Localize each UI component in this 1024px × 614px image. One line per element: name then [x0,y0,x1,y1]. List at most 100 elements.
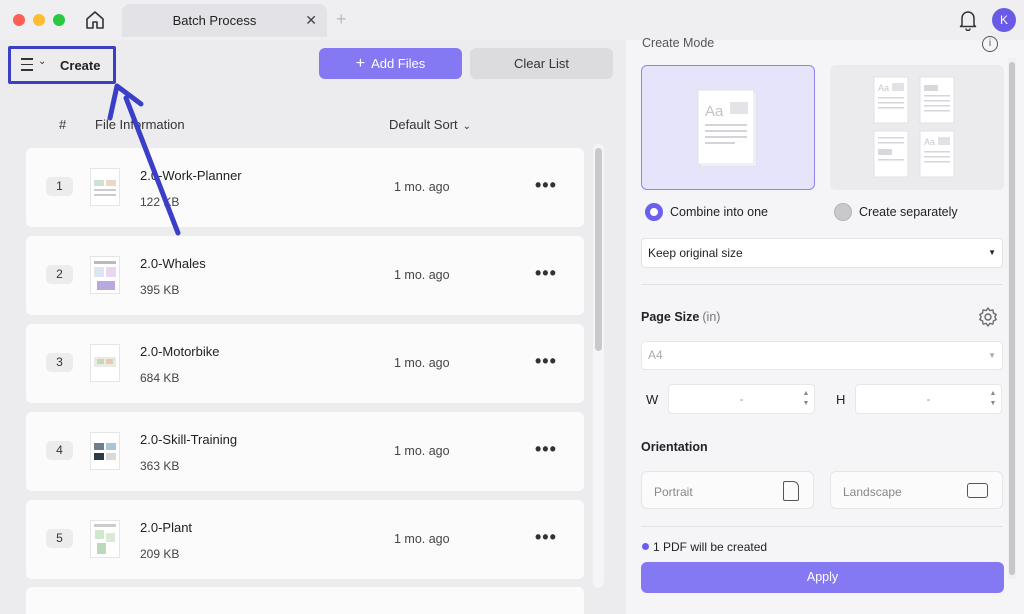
row-number: 5 [46,529,73,548]
more-options-icon[interactable]: ••• [535,263,557,284]
width-value: - [739,392,744,406]
more-options-icon[interactable]: ••• [535,527,557,548]
file-thumbnail [90,256,120,294]
landscape-option[interactable]: Landscape [830,471,1003,509]
file-list-scrollbar[interactable] [593,144,604,588]
portrait-page-icon [783,481,799,501]
create-mode-title: Create Mode [642,36,715,50]
sort-dropdown[interactable]: Default Sort ⌄ [389,117,471,132]
separate-radio[interactable] [834,203,852,221]
column-header-file-information: File Information [95,117,185,132]
portrait-label: Portrait [654,485,693,499]
page-size-label: Page Size [641,310,700,324]
height-stepper[interactable]: ▲ ▼ [989,389,997,409]
settings-panel: Create Mode i Aa Aa Aa Combine into one … [626,36,1024,614]
chevron-down-icon[interactable]: ▼ [803,400,810,407]
page-size-title: Page Size (in) [641,310,720,324]
dropdown-caret-icon: ▼ [988,248,996,257]
combine-label: Combine into one [670,205,768,219]
more-options-icon[interactable]: ••• [535,439,557,460]
file-row-partial[interactable] [26,587,584,614]
file-thumbnail [90,344,120,382]
add-files-button[interactable]: + Add Files [319,48,462,79]
chevron-down-icon: ⌄ [38,56,47,67]
file-size: 363 KB [140,459,180,473]
chevron-up-icon[interactable]: ▲ [803,390,810,397]
clear-list-button[interactable]: Clear List [470,48,613,79]
close-window-button[interactable] [13,14,25,26]
width-input[interactable]: - ▲ ▼ [668,384,815,414]
file-row[interactable]: 5 2.0-Plant 209 KB 1 mo. ago ••• [26,500,584,579]
file-size: 684 KB [140,371,180,385]
divider [641,526,1003,527]
info-icon[interactable]: i [982,36,998,52]
home-icon[interactable] [84,9,106,31]
landscape-page-icon [967,483,988,498]
page-size-select[interactable]: A4 ▼ [641,341,1003,370]
width-stepper[interactable]: ▲ ▼ [802,389,810,409]
portrait-option[interactable]: Portrait [641,471,814,509]
file-modified: 1 mo. ago [394,444,450,458]
gear-icon[interactable] [977,306,999,328]
file-name: 2.0-Plant [140,520,193,535]
apply-button[interactable]: Apply [641,562,1004,593]
separate-mode-card[interactable]: Aa Aa [830,65,1004,190]
svg-text:Aa: Aa [878,83,889,93]
file-size: 122 KB [140,195,180,209]
tab-batch-process[interactable]: Batch Process ✕ [122,4,327,37]
dropdown-caret-icon: ▼ [988,351,996,360]
file-name: 2.0-Work-Planner [140,168,242,183]
avatar[interactable]: K [992,8,1016,32]
close-tab-icon[interactable]: ✕ [305,12,317,29]
multiple-documents-icon: Aa Aa [873,76,955,178]
file-row[interactable]: 1 2.0-Work-Planner 122 KB 1 mo. ago ••• [26,148,584,227]
minimize-window-button[interactable] [33,14,45,26]
orientation-title: Orientation [641,440,708,454]
tab-title: Batch Process [172,13,257,28]
title-bar: Batch Process ✕ + K [0,0,1024,40]
settings-scrollbar[interactable] [1008,58,1016,579]
file-row[interactable]: 4 2.0-Skill-Training 363 KB 1 mo. ago ••… [26,412,584,491]
create-menu-button[interactable]: ⌄ Create [8,46,116,84]
menu-icon [21,58,33,72]
page-size-value: A4 [648,348,663,362]
size-option-select[interactable]: Keep original size ▼ [641,238,1003,268]
page-size-unit: (in) [702,310,721,324]
file-name: 2.0-Whales [140,256,206,271]
file-row[interactable]: 3 2.0-Motorbike 684 KB 1 mo. ago ••• [26,324,584,403]
height-value: - [926,392,931,406]
bell-icon[interactable] [958,9,978,31]
row-number: 1 [46,177,73,196]
combine-radio[interactable] [645,203,663,221]
add-files-label: Add Files [371,56,426,71]
file-modified: 1 mo. ago [394,180,450,194]
file-name: 2.0-Skill-Training [140,432,238,447]
file-row[interactable]: 2 2.0-Whales 395 KB 1 mo. ago ••• [26,236,584,315]
chevron-down-icon: ⌄ [462,121,472,132]
single-document-icon: Aa [697,89,757,167]
chevron-up-icon[interactable]: ▲ [990,390,997,397]
column-header-number: # [59,117,67,132]
height-label: H [836,392,846,407]
more-options-icon[interactable]: ••• [535,175,557,196]
new-tab-icon[interactable]: + [336,10,347,28]
height-input[interactable]: - ▲ ▼ [855,384,1002,414]
combine-mode-card[interactable]: Aa [641,65,815,190]
width-label: W [646,392,659,407]
more-options-icon[interactable]: ••• [535,351,557,372]
landscape-label: Landscape [843,485,902,499]
file-size: 395 KB [140,283,180,297]
size-option-value: Keep original size [648,246,743,260]
separate-label: Create separately [859,205,958,219]
scrollbar-thumb[interactable] [595,148,602,351]
file-modified: 1 mo. ago [394,268,450,282]
row-number: 4 [46,441,73,460]
status-text: 1 PDF will be created [653,540,768,554]
file-thumbnail [90,432,120,470]
scrollbar-thumb[interactable] [1009,62,1015,575]
zoom-window-button[interactable] [53,14,65,26]
chevron-down-icon[interactable]: ▼ [990,400,997,407]
plus-icon: + [355,55,366,72]
file-modified: 1 mo. ago [394,356,450,370]
divider [641,284,1003,285]
